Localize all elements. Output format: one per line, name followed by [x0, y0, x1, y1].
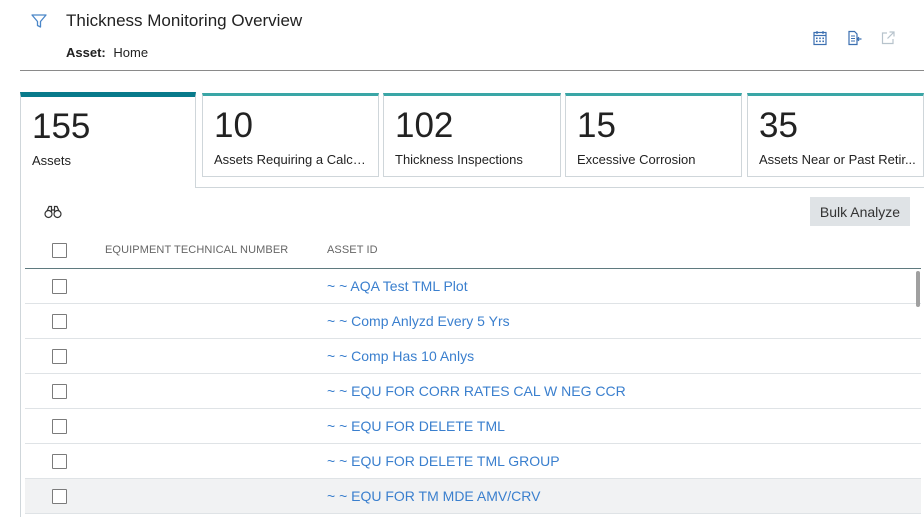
table-row: ~ ~ Comp Anlyzd Every 5 Yrs: [25, 304, 921, 339]
asset-id-link[interactable]: ~ ~ AQA Test TML Plot: [327, 278, 468, 294]
row-checkbox[interactable]: [52, 489, 67, 504]
tile-thickness-inspections[interactable]: 102 Thickness Inspections: [383, 93, 561, 177]
tile-count: 155: [32, 107, 91, 146]
tile-label: Assets Near or Past Retir...: [759, 152, 916, 167]
tile-assets-near-retirement[interactable]: 35 Assets Near or Past Retir...: [747, 93, 924, 177]
tile-count: 35: [759, 106, 798, 145]
row-checkbox[interactable]: [52, 419, 67, 434]
tile-count: 102: [395, 106, 454, 145]
column-header-asset-id[interactable]: ASSET ID: [327, 244, 378, 256]
external-link-icon[interactable]: [880, 30, 896, 46]
summary-tiles: 155 Assets 10 Assets Requiring a Calcul.…: [20, 92, 924, 188]
calendar-icon[interactable]: [812, 30, 828, 46]
asset-id-link[interactable]: ~ ~ EQU FOR DELETE TML GROUP: [327, 453, 560, 469]
row-checkbox[interactable]: [52, 384, 67, 399]
select-all-checkbox[interactable]: [52, 243, 67, 258]
table-row: ~ ~ AQA Test TML Plot: [25, 269, 921, 304]
asset-id-link[interactable]: ~ ~ Comp Has 10 Anlys: [327, 348, 474, 364]
asset-id-link[interactable]: ~ ~ EQU FOR DELETE TML: [327, 418, 505, 434]
tile-label: Excessive Corrosion: [577, 152, 696, 167]
tile-label: Assets Requiring a Calcul...: [214, 152, 374, 167]
filter-icon[interactable]: [30, 12, 48, 30]
asset-id-link[interactable]: ~ ~ EQU FOR CORR RATES CAL W NEG CCR: [327, 383, 626, 399]
assets-panel: Bulk Analyze EQUIPMENT TECHNICAL NUMBER …: [20, 187, 924, 517]
import-icon[interactable]: [846, 30, 862, 46]
table-row: ~ ~ EQU FOR CORR RATES CAL W NEG CCR: [25, 374, 921, 409]
column-header-equipment[interactable]: EQUIPMENT TECHNICAL NUMBER: [105, 244, 288, 256]
header-actions: [812, 30, 896, 46]
page-title: Thickness Monitoring Overview: [66, 11, 303, 30]
binoculars-icon[interactable]: [44, 205, 62, 219]
asset-value: Home: [113, 45, 149, 60]
tile-assets[interactable]: 155 Assets: [20, 92, 196, 188]
page-header: Thickness Monitoring Overview Asset: Hom…: [0, 0, 924, 72]
row-checkbox[interactable]: [52, 349, 67, 364]
table-row: ~ ~ EQU FOR TM MDE AMV/CRV: [25, 479, 921, 514]
row-checkbox[interactable]: [52, 314, 67, 329]
asset-label: Asset:: [66, 45, 106, 60]
tile-assets-requiring-calculation[interactable]: 10 Assets Requiring a Calcul...: [202, 93, 379, 177]
tile-label: Thickness Inspections: [395, 152, 523, 167]
table-scrollbar[interactable]: [916, 271, 920, 307]
asset-id-link[interactable]: ~ ~ EQU FOR TM MDE AMV/CRV: [327, 488, 540, 504]
tile-count: 15: [577, 106, 616, 145]
table-body: ~ ~ AQA Test TML Plot ~ ~ Comp Anlyzd Ev…: [25, 269, 921, 514]
tile-excessive-corrosion[interactable]: 15 Excessive Corrosion: [565, 93, 742, 177]
asset-breadcrumb: Asset: Home: [66, 45, 148, 60]
tile-label: Assets: [32, 153, 72, 168]
tile-count: 10: [214, 106, 253, 145]
header-divider: [20, 70, 924, 71]
bulk-analyze-button[interactable]: Bulk Analyze: [810, 197, 910, 226]
row-checkbox[interactable]: [52, 454, 67, 469]
table-row: ~ ~ EQU FOR DELETE TML: [25, 409, 921, 444]
table-row: ~ ~ Comp Has 10 Anlys: [25, 339, 921, 374]
asset-id-link[interactable]: ~ ~ Comp Anlyzd Every 5 Yrs: [327, 313, 510, 329]
table-row: ~ ~ EQU FOR DELETE TML GROUP: [25, 444, 921, 479]
row-checkbox[interactable]: [52, 279, 67, 294]
table-header: EQUIPMENT TECHNICAL NUMBER ASSET ID: [25, 232, 921, 269]
